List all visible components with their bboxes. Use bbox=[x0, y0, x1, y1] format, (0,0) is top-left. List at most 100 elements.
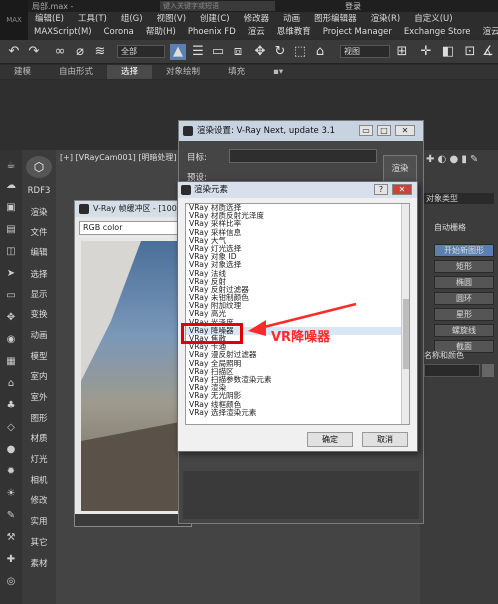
start-new-shape-button[interactable]: 开始新图形 bbox=[434, 244, 494, 257]
menu-graph-editors[interactable]: 图形编辑器 bbox=[307, 12, 364, 26]
tab-populate[interactable]: 填充 bbox=[214, 65, 259, 79]
menu-create[interactable]: 创建(C) bbox=[193, 12, 237, 26]
sphere-icon[interactable]: ● bbox=[3, 444, 19, 458]
keyboard-shortcut-icon[interactable]: ◧ bbox=[440, 44, 456, 60]
cmd-animation[interactable]: 动画 bbox=[22, 329, 56, 341]
scrollbar-thumb[interactable] bbox=[403, 299, 409, 369]
menu-modifiers[interactable]: 修改器 bbox=[237, 12, 277, 26]
viewport-label[interactable]: [+] [VRayCam001] [明暗处理] bbox=[60, 152, 177, 163]
cmd-camera[interactable]: 相机 bbox=[22, 474, 56, 486]
place-icon[interactable]: ⌂ bbox=[312, 44, 328, 60]
link-icon[interactable]: ∞ bbox=[52, 44, 68, 60]
cloud-icon[interactable]: ☁ bbox=[3, 180, 19, 194]
render-button[interactable]: 渲染 bbox=[383, 155, 417, 183]
ok-button[interactable]: 确定 bbox=[307, 432, 353, 447]
cmd-edit[interactable]: 编辑 bbox=[22, 246, 56, 258]
monitor-icon[interactable]: ▭ bbox=[3, 290, 19, 304]
cmd-rdf3[interactable]: RDF3 bbox=[22, 186, 56, 196]
maximize-button[interactable]: □ bbox=[377, 125, 391, 136]
list-item[interactable]: VRay 选择渲染元素 bbox=[186, 408, 409, 417]
cmd-light[interactable]: 灯光 bbox=[22, 453, 56, 465]
menu-phoenix[interactable]: Phoenix FD bbox=[182, 26, 242, 39]
close-button[interactable]: ✕ bbox=[395, 125, 415, 136]
pin-icon[interactable]: ✚ bbox=[3, 554, 19, 568]
target-dropdown[interactable] bbox=[229, 149, 377, 163]
menu-rendering[interactable]: 渲染(R) bbox=[364, 12, 408, 26]
cmd-material[interactable]: 材质 bbox=[22, 432, 56, 444]
scale-icon[interactable]: ⬚ bbox=[292, 44, 308, 60]
cmd-assets[interactable]: 素材 bbox=[22, 557, 56, 569]
menu-maxscript[interactable]: MAXScript(M) bbox=[28, 26, 98, 39]
color-swatch[interactable] bbox=[482, 364, 494, 377]
snap-icon[interactable]: ⊡ bbox=[462, 44, 478, 60]
create-tab-icon[interactable]: ✚ ◐ ● ▮ ✎ bbox=[426, 154, 478, 165]
autogrid-label[interactable]: 自动栅格 bbox=[434, 222, 466, 233]
ribbon-options-icon[interactable]: ▪▾ bbox=[259, 65, 297, 79]
menu-enwei[interactable]: 恩维教育 bbox=[271, 26, 317, 39]
menu-xuanyun-lib[interactable]: 渲云库 bbox=[477, 26, 498, 39]
undo-icon[interactable]: ↶ bbox=[6, 44, 22, 60]
unlink-icon[interactable]: ⌀ bbox=[72, 44, 88, 60]
ellipse-button[interactable]: 椭圆 bbox=[434, 276, 494, 289]
tab-modeling[interactable]: 建模 bbox=[0, 65, 45, 79]
select-manipulate-icon[interactable]: ✛ bbox=[418, 44, 434, 60]
app-logo[interactable]: MAX bbox=[0, 0, 28, 40]
folder-icon[interactable]: ▤ bbox=[3, 224, 19, 238]
rect-selection-icon[interactable]: ▭ bbox=[210, 44, 226, 60]
rdf-logo-icon[interactable]: ⬡ bbox=[26, 156, 52, 178]
tree-icon[interactable]: ♣ bbox=[3, 400, 19, 414]
selection-filter-dropdown[interactable]: 全部 bbox=[117, 45, 165, 58]
cmd-render[interactable]: 渲染 bbox=[22, 206, 56, 218]
film-icon[interactable]: ▣ bbox=[3, 202, 19, 216]
menu-group[interactable]: 组(G) bbox=[114, 12, 150, 26]
cmd-shapes[interactable]: 图形 bbox=[22, 412, 56, 424]
menu-view[interactable]: 视图(V) bbox=[150, 12, 193, 26]
menu-help[interactable]: 帮助(H) bbox=[140, 26, 182, 39]
menu-animation[interactable]: 动画 bbox=[276, 12, 307, 26]
cmd-modify[interactable]: 修改 bbox=[22, 494, 56, 506]
tab-freeform[interactable]: 自由形式 bbox=[45, 65, 107, 79]
cmd-select[interactable]: 选择 bbox=[22, 268, 56, 280]
tab-object-paint[interactable]: 对象绘制 bbox=[152, 65, 214, 79]
shape-icon[interactable]: ◇ bbox=[3, 422, 19, 436]
window-crossing-icon[interactable]: ⧈ bbox=[230, 44, 246, 60]
cmd-display[interactable]: 显示 bbox=[22, 288, 56, 300]
cmd-model[interactable]: 模型 bbox=[22, 350, 56, 362]
globe-icon[interactable]: ◎ bbox=[3, 576, 19, 590]
cancel-button[interactable]: 取消 bbox=[362, 432, 408, 447]
login-link[interactable]: 登录 bbox=[345, 1, 361, 12]
name-field[interactable] bbox=[424, 364, 480, 377]
rectangle-button[interactable]: 矩形 bbox=[434, 260, 494, 273]
star-button[interactable]: 星形 bbox=[434, 308, 494, 321]
bind-space-warp-icon[interactable]: ≋ bbox=[92, 44, 108, 60]
hammer-icon[interactable]: ⚒ bbox=[3, 532, 19, 546]
pivot-icon[interactable]: ⊞ bbox=[394, 44, 410, 60]
menu-corona[interactable]: Corona bbox=[98, 26, 140, 39]
house-icon[interactable]: ⌂ bbox=[3, 378, 19, 392]
menu-exchange-store[interactable]: Exchange Store bbox=[398, 26, 477, 39]
search-input[interactable]: 键入关键字或短语 bbox=[160, 1, 275, 11]
wrench-icon[interactable]: ✎ bbox=[3, 510, 19, 524]
cmd-transform[interactable]: 变换 bbox=[22, 308, 56, 320]
bulb-icon[interactable]: ✹ bbox=[3, 466, 19, 480]
teapot-icon[interactable]: ☕ bbox=[3, 160, 19, 174]
animation-icon[interactable]: ◉ bbox=[3, 334, 19, 348]
cmd-utility[interactable]: 实用 bbox=[22, 515, 56, 527]
redo-icon[interactable]: ↷ bbox=[26, 44, 42, 60]
helix-button[interactable]: 螺旋线 bbox=[434, 324, 494, 337]
menu-project-manager[interactable]: Project Manager bbox=[317, 26, 398, 39]
menu-xuanyun[interactable]: 渲云 bbox=[242, 26, 271, 39]
chair-icon[interactable]: ▦ bbox=[3, 356, 19, 370]
menu-edit[interactable]: 编辑(E) bbox=[28, 12, 71, 26]
sun-icon[interactable]: ☀ bbox=[3, 488, 19, 502]
angle-snap-icon[interactable]: ∡ bbox=[480, 44, 496, 60]
select-by-name-icon[interactable]: ☰ bbox=[190, 44, 206, 60]
rotate-icon[interactable]: ↻ bbox=[272, 44, 288, 60]
select-object-icon[interactable]: ▲ bbox=[170, 44, 186, 60]
menu-customize[interactable]: 自定义(U) bbox=[407, 12, 459, 26]
cmd-exterior[interactable]: 室外 bbox=[22, 391, 56, 403]
close-button[interactable]: ✕ bbox=[392, 184, 412, 195]
donut-button[interactable]: 圆环 bbox=[434, 292, 494, 305]
cmd-file[interactable]: 文件 bbox=[22, 226, 56, 238]
tab-selection[interactable]: 选择 bbox=[107, 65, 153, 79]
